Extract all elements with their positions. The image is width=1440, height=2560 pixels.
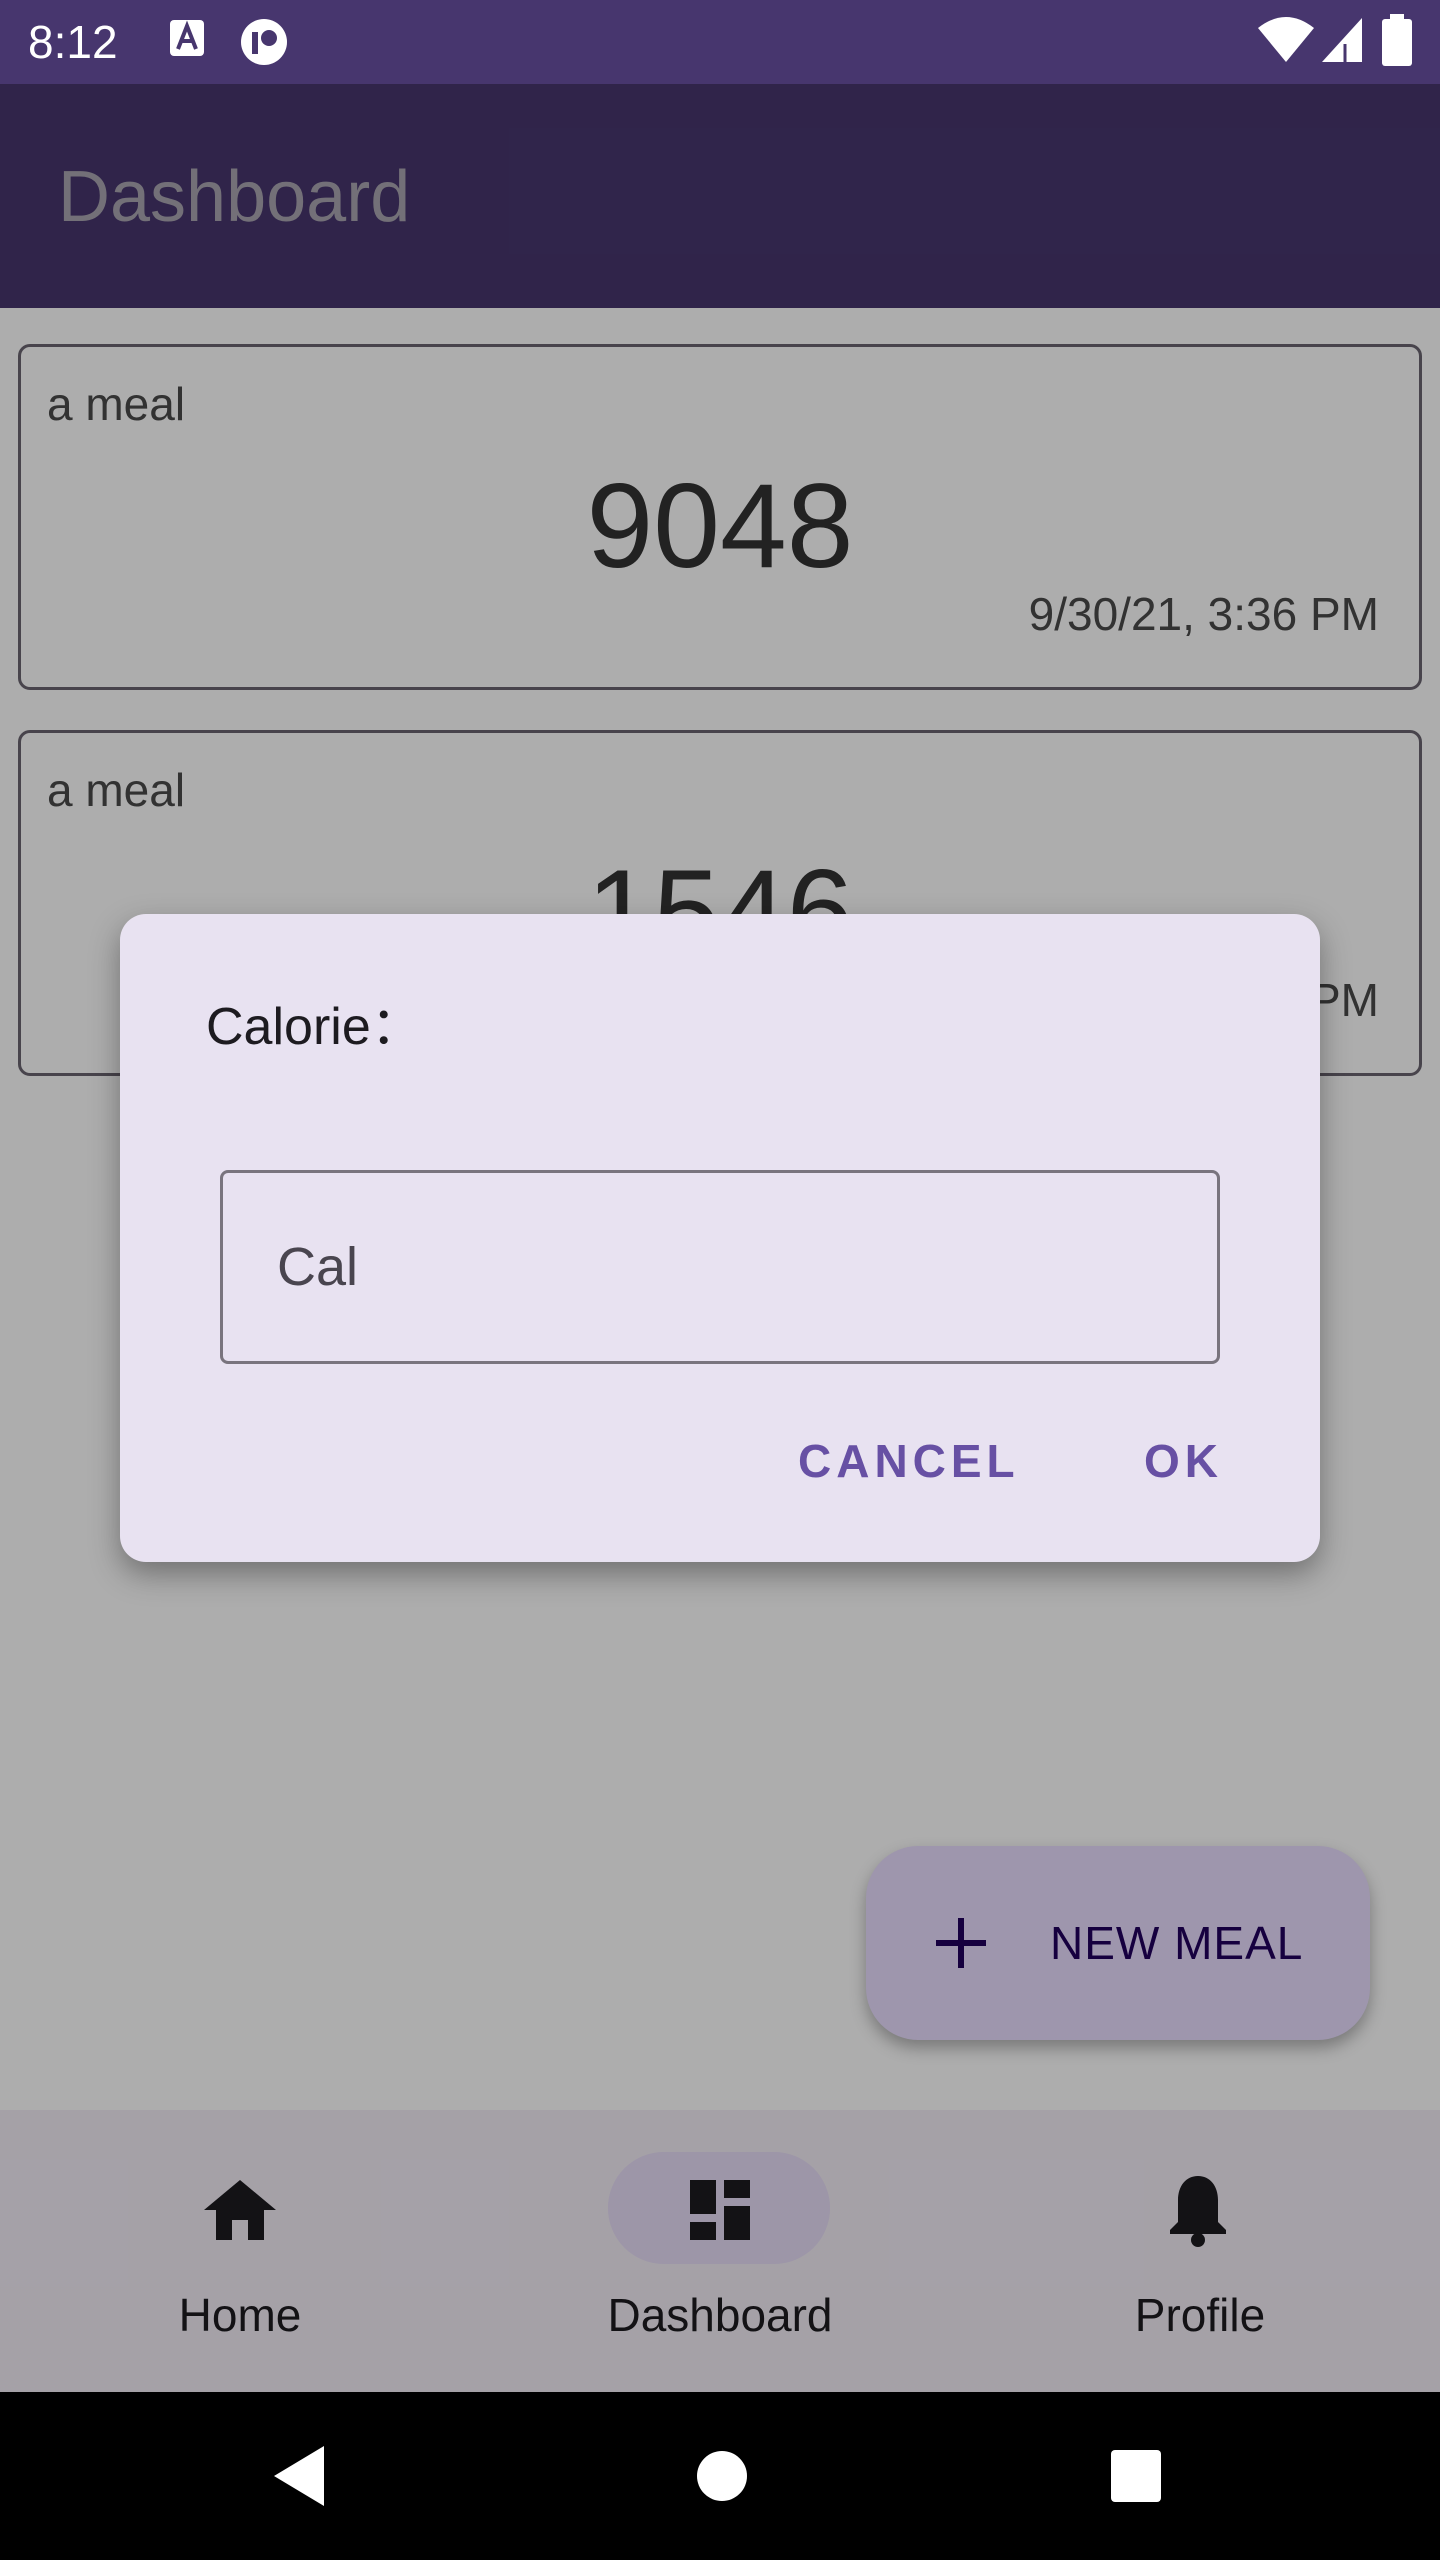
dialog-title: Calorie：	[206, 998, 423, 1056]
font-a-icon	[168, 18, 208, 63]
recents-icon[interactable]	[1108, 2444, 1164, 2513]
wifi-icon	[1256, 16, 1316, 69]
back-icon[interactable]	[272, 2444, 328, 2513]
status-time: 8:12	[28, 16, 118, 68]
home-circle-icon[interactable]	[694, 2444, 750, 2513]
ok-button[interactable]: OK	[1144, 1434, 1223, 1488]
app-circle-icon	[238, 18, 290, 71]
calorie-input[interactable]	[220, 1170, 1220, 1364]
cancel-button[interactable]: CANCEL	[798, 1434, 1020, 1488]
calorie-dialog: Calorie： CANCEL OK	[120, 914, 1320, 1562]
battery-icon	[1380, 14, 1414, 73]
status-bar: 8:12	[0, 0, 1440, 84]
cellular-signal-icon	[1320, 16, 1364, 69]
system-navigation-bar	[0, 2392, 1440, 2560]
